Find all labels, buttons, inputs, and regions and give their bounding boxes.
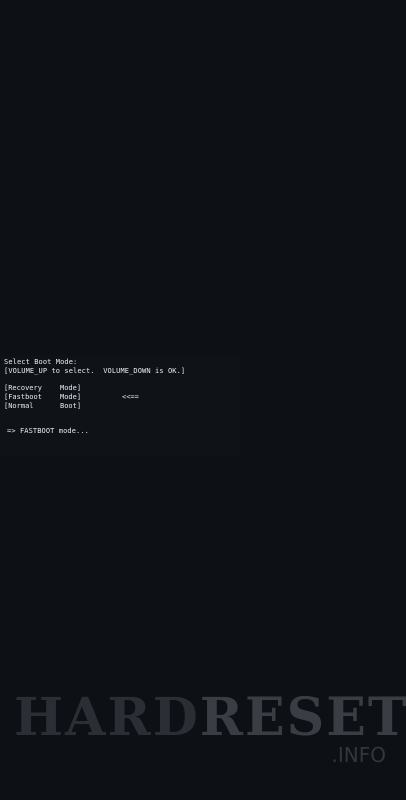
hardreset-watermark: HARDRESET .INFO [14, 690, 406, 780]
boot-option-mode: Mode] [60, 393, 82, 401]
boot-option-mode: Boot] [60, 402, 82, 410]
boot-menu-title: Select Boot Mode: [4, 358, 78, 366]
boot-option-label: [Recovery [4, 384, 42, 392]
boot-status: => FASTBOOT mode... [7, 427, 89, 435]
boot-option-label: [Normal [4, 402, 34, 410]
watermark-reset: RESET [199, 687, 406, 748]
boot-option-mode: Mode] [60, 384, 82, 392]
watermark-info: .INFO [331, 743, 386, 767]
selection-indicator: <<== [122, 393, 139, 401]
boot-menu-instructions: [VOLUME_UP to select. VOLUME_DOWN is OK.… [4, 367, 186, 375]
boot-console: Select Boot Mode: [VOLUME_UP to select. … [0, 356, 240, 456]
fastboot-screen: Select Boot Mode: [VOLUME_UP to select. … [0, 0, 406, 800]
watermark-brand: HARDRESET [14, 690, 406, 746]
watermark-hard: HARD [14, 687, 200, 748]
boot-option-label: [Fastboot [4, 393, 42, 401]
